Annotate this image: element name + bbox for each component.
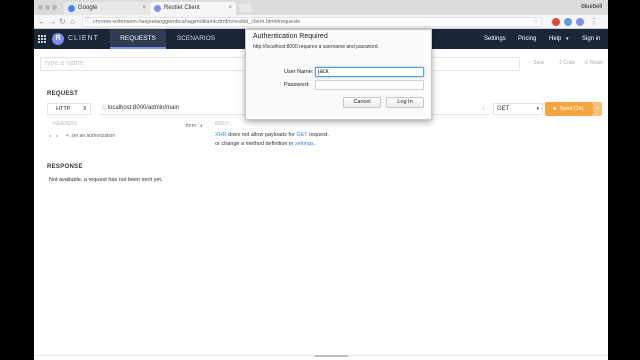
close-tab-icon[interactable]: × [228, 2, 232, 15]
chevron-down-icon: ▾ [536, 106, 539, 112]
close-window-icon[interactable] [38, 5, 43, 10]
browser-tab-restlet[interactable]: Restlet Client × [150, 2, 236, 15]
url-scheme-separator: :// [101, 105, 107, 111]
username-label: User Name: [284, 69, 314, 75]
login-button[interactable]: Log In [386, 97, 424, 108]
profile-name[interactable]: bluebell [581, 2, 602, 13]
username-field[interactable] [315, 67, 424, 77]
brand-name: CLIENT [68, 35, 99, 42]
browser-menu-icon[interactable]: ⋮ [590, 17, 598, 27]
tab-requests[interactable]: REQUESTS [110, 29, 166, 49]
tab-scenarios[interactable]: SCENARIOS [170, 29, 222, 49]
browser-window: Google × Restlet Client × bluebell ← → ↻… [34, 0, 608, 360]
sign-in-link[interactable]: Sign in [582, 29, 600, 49]
reload-icon[interactable]: ↻ [59, 17, 66, 27]
settings-link[interactable]: Settings [484, 29, 506, 49]
body-type-select[interactable]: form ▾ [186, 123, 202, 129]
apps-grid-icon[interactable] [38, 35, 46, 43]
dialog-message: http://localhost:8000 requires a usernam… [253, 44, 379, 50]
response-status-message: Not available, a request has not been se… [49, 177, 163, 183]
close-tab-icon[interactable]: × [142, 2, 146, 15]
send-label: Send (2s) [559, 106, 584, 112]
response-section-title: RESPONSE [47, 164, 83, 170]
url-value: localhost:8000/admin/main [107, 105, 180, 111]
dialog-title: Authentication Required [253, 33, 328, 40]
tab-strip: Google × Restlet Client × bluebell [34, 0, 608, 15]
body-hint: BODY [215, 121, 230, 127]
body-type-value: form [186, 123, 196, 129]
address-toolbar: ← → ↻ ⌂ ⓘ chrome-extension://aejoelaogge… [34, 15, 608, 29]
add-authorization-link[interactable]: +, set an authorization [49, 133, 115, 139]
xhr-note-text-3: or change a method definition in [215, 141, 295, 147]
protocol-select[interactable]: HTTP ⇕ [47, 103, 91, 115]
save-label: Save [533, 60, 545, 66]
help-menu[interactable]: Help ▾ [549, 29, 569, 49]
method-link[interactable]: GET [296, 132, 307, 138]
restlet-logo: R [52, 33, 64, 45]
restlet-icon [154, 5, 161, 12]
chevron-down-icon: ▾ [566, 36, 569, 42]
settings-inline-link[interactable]: settings [295, 141, 314, 147]
xhr-link[interactable]: XHR [215, 132, 227, 138]
home-icon[interactable]: ⌂ [70, 17, 75, 27]
send-icon: ■ [553, 106, 557, 112]
resize-handle[interactable] [314, 355, 348, 357]
save-button[interactable]: ▫ Save [530, 60, 545, 66]
xhr-note-text-1: does not allow payloads for [226, 132, 297, 138]
new-tab-button[interactable] [238, 4, 254, 12]
bullet-icon [56, 134, 59, 137]
xhr-note-text-2: request. [307, 132, 329, 138]
forward-icon[interactable]: → [48, 17, 56, 27]
chevron-down-icon: ▾ [200, 123, 203, 128]
password-label: Password: [284, 82, 310, 88]
reset-button[interactable]: ↺ Reset [584, 60, 603, 66]
tab-title: Google [78, 5, 98, 11]
pricing-link[interactable]: Pricing [518, 29, 536, 49]
extension-icon-opera[interactable] [552, 18, 560, 26]
browser-tab-google[interactable]: Google × [64, 2, 150, 15]
back-icon[interactable]: ← [38, 17, 46, 27]
auth-dialog: Authentication Required http://localhost… [245, 29, 432, 120]
address-text: chrome-extension://aejoelaoggembcahagimd… [93, 19, 301, 25]
address-bar[interactable]: ⓘ chrome-extension://aejoelaoggembcahagi… [82, 17, 542, 27]
request-section-title: REQUEST [47, 91, 79, 97]
minimize-window-icon[interactable] [45, 5, 50, 10]
extension-icon-restlet[interactable] [576, 18, 584, 26]
site-info-icon[interactable]: ⓘ [85, 18, 91, 27]
bookmark-star-icon[interactable]: ☆ [532, 17, 538, 27]
bullet-icon [49, 134, 51, 137]
cancel-button[interactable]: Cancel [343, 97, 381, 108]
send-button[interactable]: ■ Send (2s) [545, 102, 593, 116]
code-icon: ▫ [556, 60, 558, 66]
save-icon: ▫ [530, 60, 532, 66]
protocol-value: HTTP [56, 106, 71, 112]
method-select[interactable]: GET ▾ [493, 103, 543, 115]
password-field[interactable] [315, 80, 424, 90]
select-arrows-icon: ⇕ [82, 106, 87, 112]
xhr-payload-note: XHR does not allow payloads for GET requ… [215, 131, 329, 149]
reset-icon: ↺ [584, 60, 589, 66]
tab-title: Restlet Client [164, 5, 200, 11]
extension-icon-blue[interactable] [564, 18, 572, 26]
headers-hint: HEADERS [53, 121, 78, 127]
send-options-button[interactable]: ▾ [593, 102, 602, 116]
maximize-window-icon[interactable] [52, 5, 57, 10]
reset-label: Reset [589, 60, 603, 66]
code-label: 2 Code [559, 60, 576, 66]
method-value: GET [497, 106, 510, 112]
url-params-icon[interactable]: ↕ [482, 104, 485, 114]
xhr-note-text-4: . [313, 141, 316, 147]
code-button[interactable]: ▫ 2 Code [556, 60, 575, 66]
help-label: Help [549, 36, 562, 42]
google-icon [68, 5, 75, 12]
authorization-hint: +, set an authorization [65, 133, 116, 139]
